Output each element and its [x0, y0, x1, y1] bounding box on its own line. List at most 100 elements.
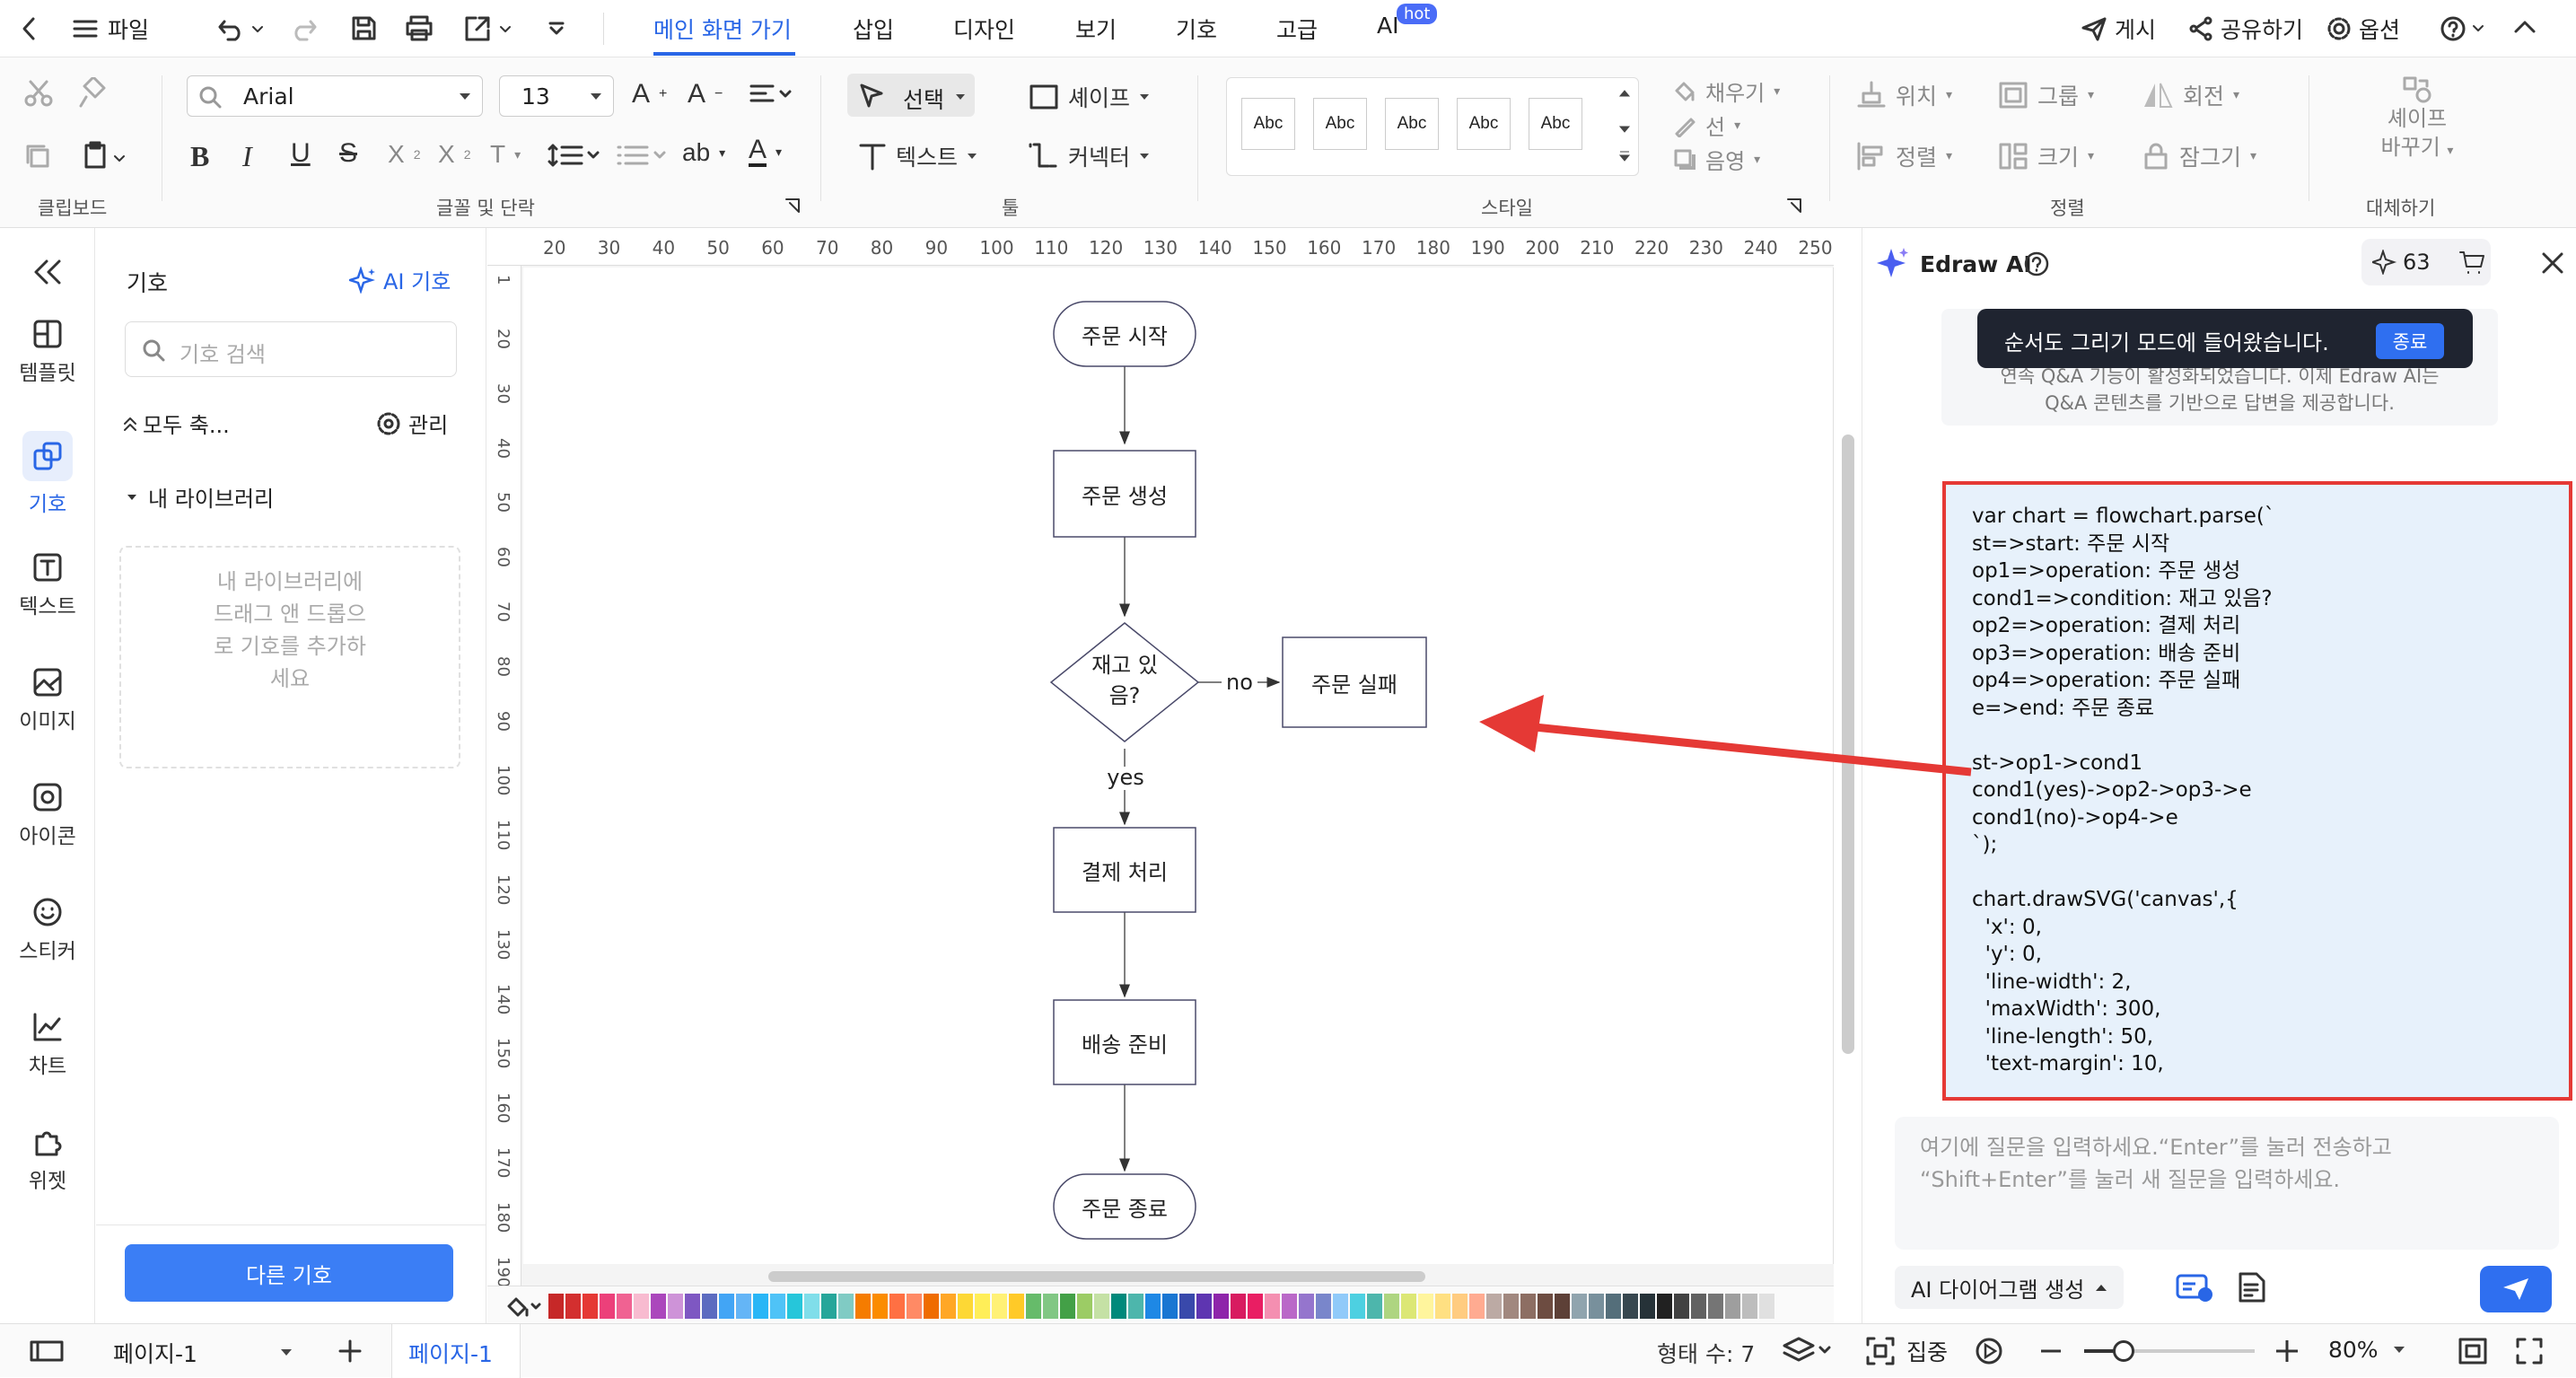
- fill-bucket-icon[interactable]: [505, 1294, 541, 1319]
- color-swatch[interactable]: [685, 1294, 700, 1319]
- export-icon[interactable]: [463, 14, 494, 41]
- color-swatch[interactable]: [1026, 1294, 1041, 1319]
- tab-home[interactable]: 메인 화면 가기: [653, 13, 792, 45]
- lock-button[interactable]: 잠그기 ▾: [2142, 140, 2256, 172]
- position-button[interactable]: 위치 ▾: [1856, 79, 1952, 111]
- color-swatch[interactable]: [1128, 1294, 1143, 1319]
- replace-shape-button[interactable]: 셰이프 바꾸기 ▾: [2359, 75, 2475, 165]
- page-tab[interactable]: 페이지-1: [391, 1324, 521, 1378]
- help-icon[interactable]: [2022, 250, 2051, 278]
- color-swatch[interactable]: [1418, 1294, 1433, 1319]
- color-swatch[interactable]: [821, 1294, 837, 1319]
- tab-advanced[interactable]: 고급: [1276, 13, 1318, 45]
- rotate-button[interactable]: 회전 ▾: [2142, 79, 2239, 111]
- color-swatch[interactable]: [1299, 1294, 1314, 1319]
- color-swatch[interactable]: [804, 1294, 819, 1319]
- style-preset[interactable]: Abc: [1241, 98, 1295, 150]
- color-swatch[interactable]: [1401, 1294, 1416, 1319]
- color-swatch[interactable]: [753, 1294, 768, 1319]
- color-swatch[interactable]: [1606, 1294, 1621, 1319]
- nav-text[interactable]: 텍스트: [0, 551, 95, 619]
- color-swatch[interactable]: [1623, 1294, 1638, 1319]
- shape-tool[interactable]: 셰이프: [1029, 81, 1150, 113]
- zoom-out-icon[interactable]: [2041, 1349, 2061, 1353]
- font-family-select[interactable]: Arial: [187, 75, 483, 117]
- color-swatch[interactable]: [889, 1294, 905, 1319]
- color-swatch[interactable]: [736, 1294, 751, 1319]
- tab-insert[interactable]: 삽입: [853, 13, 894, 45]
- color-swatch[interactable]: [1333, 1294, 1348, 1319]
- image-upload-icon[interactable]: [2175, 1271, 2214, 1303]
- text-highlight-icon[interactable]: ab ▾: [682, 138, 725, 167]
- redo-icon[interactable]: [291, 16, 318, 41]
- back-icon[interactable]: [20, 16, 38, 41]
- nav-templates[interactable]: 템플릿: [0, 318, 95, 386]
- nav-icons[interactable]: 아이콘: [0, 781, 95, 849]
- style-preset[interactable]: Abc: [1385, 98, 1439, 150]
- font-color-icon[interactable]: A ▾: [749, 136, 782, 167]
- symbol-search-input[interactable]: 기호 검색: [125, 321, 457, 377]
- color-swatch[interactable]: [1691, 1294, 1706, 1319]
- color-swatch[interactable]: [1452, 1294, 1468, 1319]
- style-preset[interactable]: Abc: [1529, 98, 1582, 150]
- help-button[interactable]: [2440, 9, 2484, 48]
- cut-icon[interactable]: [23, 79, 54, 110]
- play-icon[interactable]: [1975, 1337, 2003, 1365]
- color-swatch[interactable]: [1009, 1294, 1024, 1319]
- copy-icon[interactable]: [23, 142, 52, 171]
- color-swatch[interactable]: [1520, 1294, 1536, 1319]
- color-swatch[interactable]: [1231, 1294, 1246, 1319]
- undo-dropdown-icon[interactable]: [251, 25, 264, 34]
- superscript-icon[interactable]: X2: [388, 140, 420, 169]
- ai-diagram-mode-select[interactable]: AI 다이어그램 생성: [1895, 1266, 2125, 1309]
- color-swatch[interactable]: [787, 1294, 802, 1319]
- color-swatch[interactable]: [1657, 1294, 1672, 1319]
- paste-dropdown-icon[interactable]: [113, 154, 126, 163]
- color-swatch[interactable]: [975, 1294, 990, 1319]
- group-button[interactable]: 그룹 ▾: [1998, 79, 2094, 111]
- color-swatch[interactable]: [1350, 1294, 1365, 1319]
- manage-button[interactable]: 관리: [376, 408, 448, 439]
- layers-icon[interactable]: [1783, 1335, 1833, 1367]
- style-preset[interactable]: Abc: [1457, 98, 1511, 150]
- undo-icon[interactable]: [217, 16, 248, 41]
- horizontal-scrollbar[interactable]: [768, 1271, 1425, 1282]
- format-painter-icon[interactable]: [79, 77, 111, 110]
- color-swatch[interactable]: [1043, 1294, 1058, 1319]
- add-page-icon[interactable]: [337, 1339, 363, 1364]
- zoom-slider[interactable]: [2084, 1340, 2255, 1362]
- export-dropdown-icon[interactable]: [499, 25, 512, 34]
- file-menu[interactable]: 파일: [72, 9, 149, 48]
- color-swatch[interactable]: [565, 1294, 581, 1319]
- color-swatch[interactable]: [1077, 1294, 1092, 1319]
- question-input[interactable]: 여기에 질문을 입력하세요.“Enter”를 눌러 전송하고 “Shift+En…: [1895, 1117, 2559, 1250]
- color-swatch[interactable]: [1162, 1294, 1178, 1319]
- align-icon[interactable]: [749, 83, 792, 108]
- color-swatch[interactable]: [668, 1294, 683, 1319]
- collapse-ribbon-icon[interactable]: [2513, 18, 2537, 36]
- more-icon[interactable]: [548, 20, 565, 38]
- size-button[interactable]: 크기 ▾: [1998, 140, 2094, 172]
- color-swatch[interactable]: [1384, 1294, 1399, 1319]
- color-swatch[interactable]: [1111, 1294, 1126, 1319]
- color-swatch[interactable]: [958, 1294, 973, 1319]
- library-drop-zone[interactable]: 내 라이브러리에 드래그 앤 드롭으 로 기호를 추가하 세요: [119, 546, 460, 768]
- color-swatch[interactable]: [1708, 1294, 1723, 1319]
- color-swatch[interactable]: [719, 1294, 734, 1319]
- paste-icon[interactable]: [81, 140, 110, 171]
- nav-stickers[interactable]: 스티커: [0, 896, 95, 964]
- nav-widgets[interactable]: 위젯: [0, 1126, 95, 1194]
- color-swatch[interactable]: [1248, 1294, 1263, 1319]
- color-swatch[interactable]: [1725, 1294, 1740, 1319]
- post-button[interactable]: 게시: [2081, 9, 2156, 48]
- tab-design[interactable]: 디자인: [953, 13, 1015, 45]
- decrease-font-icon[interactable]: A −: [688, 79, 723, 110]
- color-swatch[interactable]: [1316, 1294, 1331, 1319]
- shadow-button[interactable]: 음영 ▾: [1673, 144, 1760, 175]
- toast-exit-button[interactable]: 종료: [2376, 323, 2444, 359]
- color-swatch[interactable]: [924, 1294, 939, 1319]
- nav-images[interactable]: 이미지: [0, 666, 95, 734]
- collapse-panel-icon[interactable]: [32, 259, 63, 285]
- color-swatch[interactable]: [1486, 1294, 1502, 1319]
- color-swatch[interactable]: [1555, 1294, 1570, 1319]
